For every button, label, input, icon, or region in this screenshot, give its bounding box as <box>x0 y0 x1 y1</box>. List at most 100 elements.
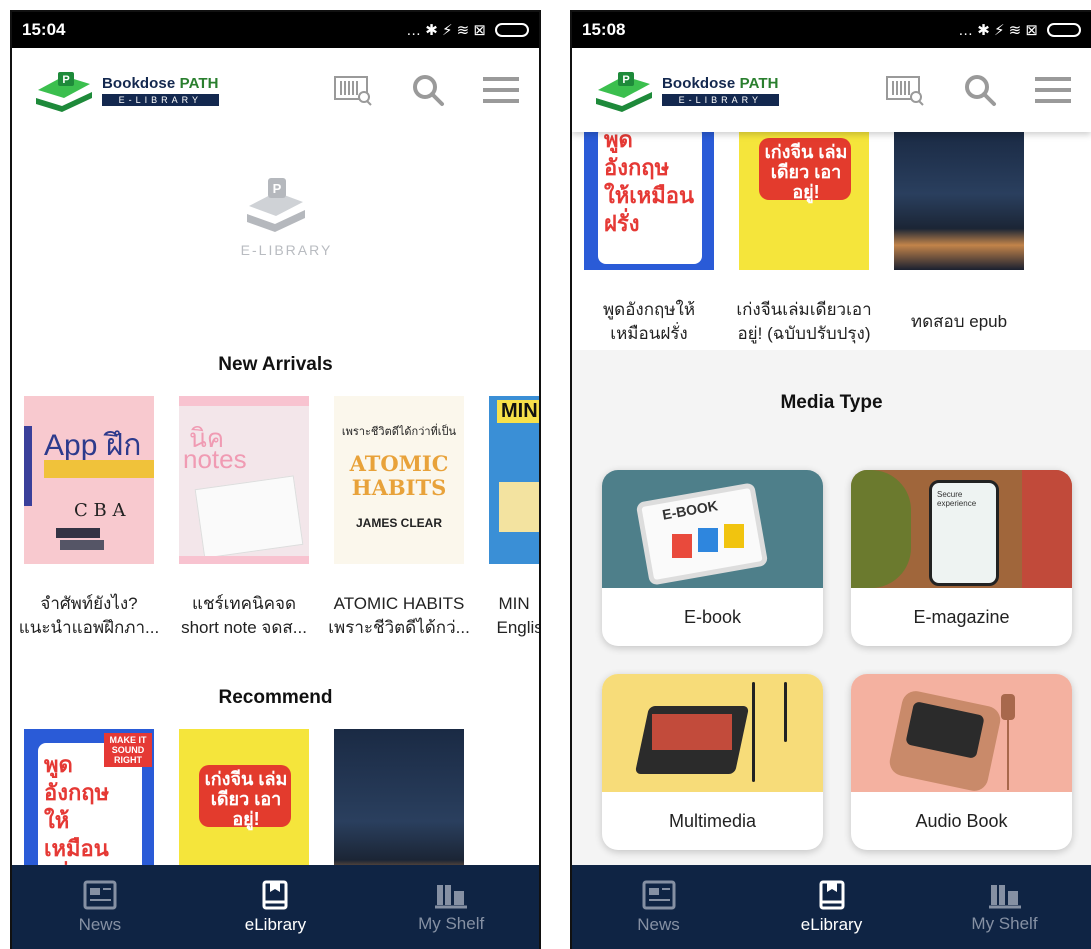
app-logo[interactable]: P Bookdose PATH E-LIBRARY <box>592 68 779 112</box>
book-title-line1: MIN <box>498 594 530 613</box>
nav-tab-news[interactable]: News <box>594 880 724 935</box>
barcode-scan-icon[interactable] <box>885 74 925 106</box>
search-icon[interactable] <box>963 73 997 107</box>
book-card[interactable]: MAKE IT SOUND RIGHT พูด อังกฤษ ให้เหมือน… <box>24 729 154 865</box>
cover-title: พูด อังกฤษ ให้เหมือน ฝรั่ง <box>604 132 695 236</box>
emagazine-image: Secure experience <box>851 470 1072 588</box>
book-card[interactable]: ทดสอบ epub <box>894 132 1024 346</box>
book-card[interactable]: App ฝึก C B A จำศัพท์ยังไง? แนะนำแอพฝึกภ… <box>19 396 159 640</box>
book-card[interactable] <box>334 729 464 865</box>
media-label: Multimedia <box>668 810 757 831</box>
svg-text:P: P <box>62 74 69 86</box>
cover-author: JAMES CLEAR <box>355 516 442 530</box>
bottom-navigation: News eLibrary My Shelf <box>572 865 1091 949</box>
barcode-scan-icon[interactable] <box>333 74 373 106</box>
status-bar: 15:04 … ✱ ⚡ ≋ ⊠ <box>12 12 539 48</box>
nav-tab-my-shelf[interactable]: My Shelf <box>940 881 1070 934</box>
nav-tab-my-shelf[interactable]: My Shelf <box>386 881 516 934</box>
media-card-audio-book[interactable]: Audio Book <box>851 674 1072 850</box>
cover-title: เก่งจีน เล่มเดียว เอาอยู่! <box>204 769 288 829</box>
status-glyphs: … ✱ ⚡ ≋ ⊠ <box>406 22 486 39</box>
shelf-icon <box>988 884 1021 908</box>
book-cover[interactable] <box>334 729 464 865</box>
media-type-section: Media Type E-BOOK E-book Secure experien… <box>572 350 1091 865</box>
elibrary-book-icon: P <box>246 178 305 232</box>
brand-sublabel: E-LIBRARY <box>662 93 779 106</box>
status-glyphs: … ✱ ⚡ ≋ ⊠ <box>958 22 1038 39</box>
book-cover[interactable]: เพราะชีวิตดีได้กว่าที่เป็น ATOMIC HABITS… <box>334 396 464 564</box>
svg-text:P: P <box>272 181 281 196</box>
media-card-ebook[interactable]: E-BOOK E-book <box>602 470 823 646</box>
app-logo[interactable]: P Bookdose PATH E-LIBRARY <box>32 68 219 112</box>
hero-label: E-LIBRARY <box>240 242 333 258</box>
book-card[interactable]: นิค notes แชร์เทคนิคจด short note จดส... <box>179 396 309 640</box>
media-card-multimedia[interactable]: Multimedia <box>602 674 823 850</box>
book-cover[interactable]: MAKE IT SOUND RIGHT พูด อังกฤษ ให้เหมือน… <box>24 729 154 865</box>
app-header: P Bookdose PATH E-LIBRARY <box>572 48 1091 132</box>
brand-sublabel: E-LIBRARY <box>102 93 219 106</box>
book-title-line1: เก่งจีนเล่มเดียวเอา <box>736 300 872 319</box>
recommend-row: MAKE IT SOUND RIGHT พูด อังกฤษ ให้เหมือน… <box>24 729 464 865</box>
multimedia-image <box>602 674 823 792</box>
cover-title: MINI <box>497 400 539 423</box>
nav-label: eLibrary <box>244 914 307 934</box>
book-card[interactable]: เก่งจีน เล่มเดียว เอาอยู่! <box>179 729 309 865</box>
book-cover[interactable]: App ฝึก C B A <box>24 396 154 564</box>
book-cover[interactable] <box>894 132 1024 270</box>
app-header: P Bookdose PATH E-LIBRARY <box>12 48 539 132</box>
audio-book-image <box>851 674 1072 792</box>
newspaper-icon <box>642 880 675 909</box>
nav-tab-elibrary[interactable]: eLibrary <box>210 880 340 935</box>
book-card[interactable]: เพราะชีวิตดีได้กว่าที่เป็น ATOMIC HABITS… <box>328 396 470 640</box>
book-card[interactable]: เก่งจีน เล่มเดียว เอาอยู่! เก่งจีนเล่มเด… <box>736 132 872 346</box>
svg-text:P: P <box>622 74 629 86</box>
status-time: 15:04 <box>22 20 66 39</box>
brand-name-b: PATH <box>179 74 219 92</box>
nav-label: News <box>78 914 122 934</box>
nav-tab-news[interactable]: News <box>35 880 165 935</box>
cover-title: พูด อังกฤษ ให้เหมือน ฝรั่ง <box>44 752 110 865</box>
search-icon[interactable] <box>411 73 445 107</box>
book-title-line2: แนะนำแอพฝึกภา... <box>18 618 160 637</box>
status-icons: … ✱ ⚡ ≋ ⊠ <box>406 21 529 39</box>
brand-name-b: PATH <box>739 74 779 92</box>
book-cover[interactable]: เก่งจีน เล่มเดียว เอาอยู่! <box>739 132 869 270</box>
menu-icon[interactable] <box>1035 75 1071 105</box>
bookmark-book-icon <box>819 880 844 909</box>
battery-icon <box>1047 23 1081 37</box>
media-label: E-book <box>683 606 742 627</box>
section-title-recommend: Recommend <box>218 687 333 708</box>
logo-book-icon: P <box>596 72 652 112</box>
recommend-row-scrolled: พูด อังกฤษ ให้เหมือน ฝรั่ง พูดอังกฤษให้ … <box>584 132 1024 346</box>
book-title-line2: short note จดส... <box>181 618 307 637</box>
book-title-line1: ATOMIC HABITS <box>333 594 465 613</box>
main-content: P E-LIBRARY New Arrivals App ฝึก C B A จ… <box>12 132 539 865</box>
cover-title: ATOMIC HABITS <box>349 451 449 500</box>
brand-name: Bookdose PATH <box>102 75 219 92</box>
book-cover[interactable]: เก่งจีน เล่มเดียว เอาอยู่! <box>179 729 309 865</box>
status-bar: 15:08 … ✱ ⚡ ≋ ⊠ <box>572 12 1091 48</box>
book-card[interactable]: พูด อังกฤษ ให้เหมือน ฝรั่ง พูดอังกฤษให้ … <box>584 132 714 346</box>
ebook-image: E-BOOK <box>602 470 823 588</box>
brand-name: Bookdose PATH <box>662 75 779 92</box>
main-content: พูด อังกฤษ ให้เหมือน ฝรั่ง พูดอังกฤษให้ … <box>572 132 1091 865</box>
book-card[interactable]: MINI MIN Englis <box>489 396 539 640</box>
bookmark-book-icon <box>262 880 288 909</box>
battery-icon <box>495 23 529 37</box>
book-cover[interactable]: นิค notes <box>179 396 309 564</box>
media-card-emagazine[interactable]: Secure experience E-magazine <box>851 470 1072 646</box>
menu-icon[interactable] <box>483 75 519 105</box>
book-title-line1: ทดสอบ epub <box>910 312 1008 331</box>
book-title-line1: พูดอังกฤษให้ <box>602 300 696 319</box>
status-time: 15:08 <box>582 20 626 39</box>
emagazine-image-text: Secure experience <box>937 490 977 508</box>
book-title-line2: Englis <box>496 618 540 637</box>
nav-tab-elibrary[interactable]: eLibrary <box>767 880 897 935</box>
newspaper-icon <box>83 880 117 909</box>
media-label: E-magazine <box>913 606 1010 627</box>
status-icons: … ✱ ⚡ ≋ ⊠ <box>958 21 1081 39</box>
book-title-line1: แชร์เทคนิคจด <box>191 594 296 613</box>
book-cover[interactable]: MINI <box>489 396 539 564</box>
shelf-icon <box>435 884 468 908</box>
book-cover[interactable]: พูด อังกฤษ ให้เหมือน ฝรั่ง <box>584 132 714 270</box>
